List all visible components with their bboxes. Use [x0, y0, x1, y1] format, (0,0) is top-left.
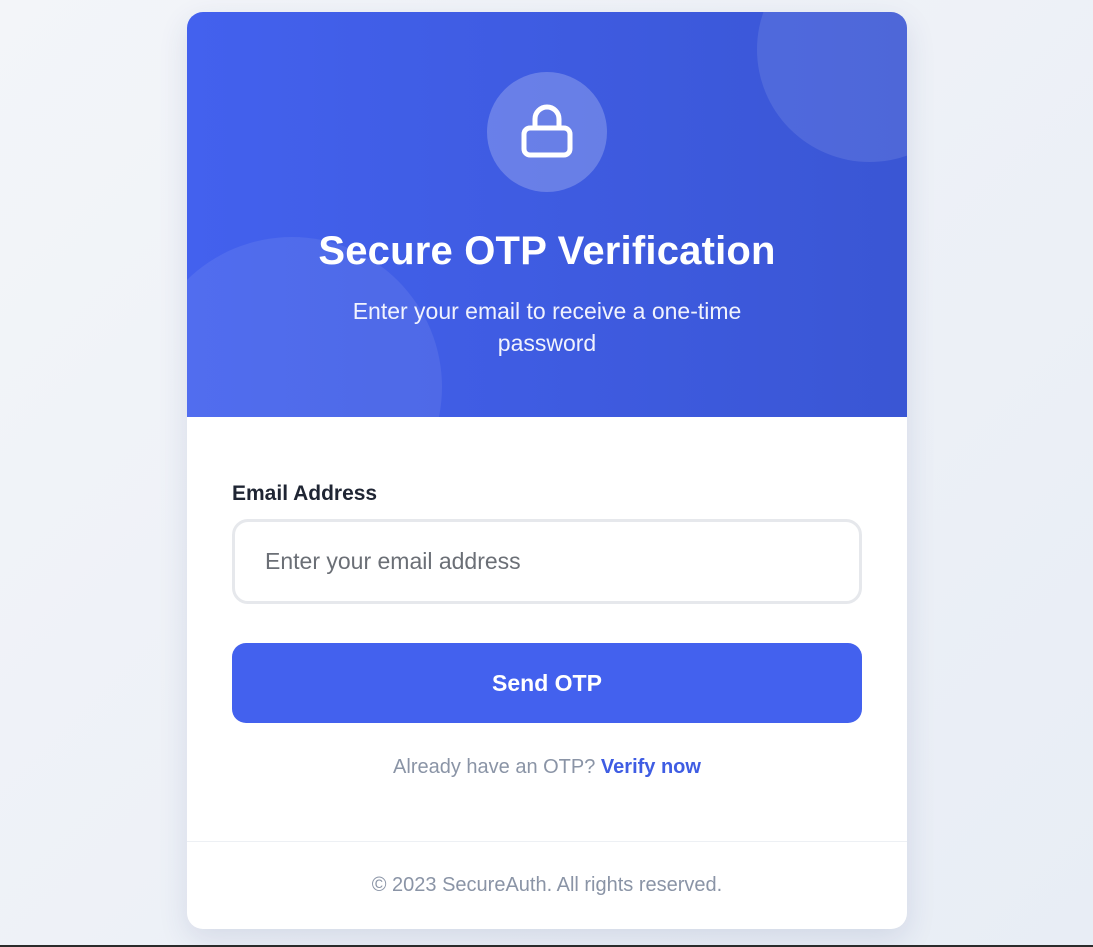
email-label: Email Address: [232, 482, 378, 505]
verify-prompt-row: Already have an OTP? Verify now: [232, 756, 862, 779]
verify-prompt-text: Already have an OTP?: [393, 756, 601, 778]
lock-badge: [487, 72, 607, 192]
copyright-footer: © 2023 SecureAuth. All rights reserved.: [371, 874, 723, 896]
verify-now-link[interactable]: Verify now: [601, 756, 701, 778]
page-title: Secure OTP Verification: [318, 229, 776, 273]
page-subtitle: Enter your email to receive a one-time p…: [352, 298, 742, 356]
send-otp-button[interactable]: Send OTP: [232, 643, 862, 723]
email-input[interactable]: [232, 519, 862, 604]
card-header: Secure OTP Verification Enter your email…: [187, 12, 907, 417]
otp-card: Secure OTP Verification Enter your email…: [187, 12, 907, 929]
footer-divider: [187, 841, 907, 842]
decorative-circle: [757, 12, 907, 162]
lock-icon: [519, 100, 575, 165]
